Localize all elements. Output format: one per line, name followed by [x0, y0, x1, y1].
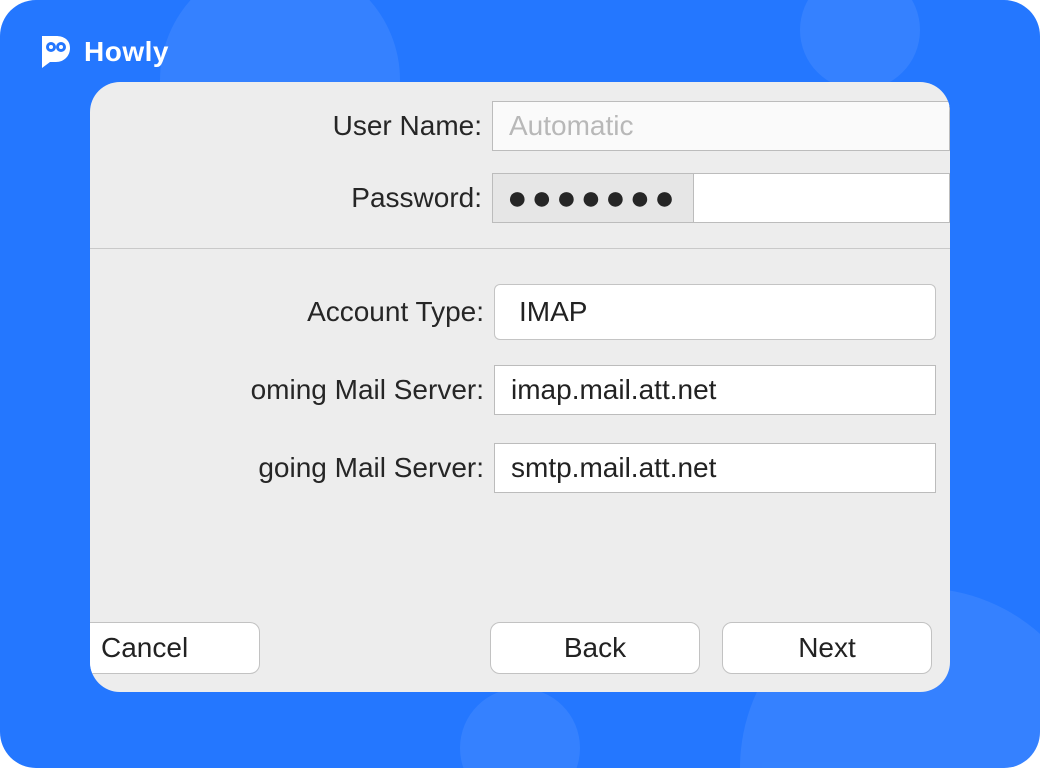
- cancel-button-label: Cancel: [101, 632, 188, 664]
- account-type-label: Account Type:: [90, 296, 494, 328]
- outgoing-server-input[interactable]: smtp.mail.att.net: [494, 443, 936, 493]
- outgoing-server-value: smtp.mail.att.net: [511, 452, 716, 484]
- card-container: Howly User Name: Automatic Password: ●●●…: [0, 0, 1040, 768]
- bg-bubble: [460, 688, 580, 768]
- outgoing-server-row: going Mail Server: smtp.mail.att.net: [90, 429, 950, 507]
- incoming-server-value: imap.mail.att.net: [511, 374, 716, 406]
- incoming-server-label: oming Mail Server:: [90, 374, 494, 406]
- username-input[interactable]: Automatic: [492, 101, 950, 151]
- bg-bubble: [800, 0, 920, 90]
- username-label: User Name:: [90, 110, 492, 142]
- cancel-button[interactable]: Cancel: [90, 622, 260, 674]
- account-type-select[interactable]: IMAP: [494, 284, 936, 340]
- next-button[interactable]: Next: [722, 622, 932, 674]
- username-placeholder-text: Automatic: [509, 110, 634, 142]
- brand-logo: Howly: [38, 34, 169, 70]
- password-mask: ●●●●●●●: [493, 174, 694, 222]
- username-row: User Name: Automatic: [90, 90, 950, 162]
- back-button[interactable]: Back: [490, 622, 700, 674]
- incoming-server-row: oming Mail Server: imap.mail.att.net: [90, 351, 950, 429]
- password-row: Password: ●●●●●●●: [90, 162, 950, 234]
- outgoing-server-label: going Mail Server:: [90, 452, 494, 484]
- section-divider: [90, 248, 950, 249]
- account-type-row: Account Type: IMAP: [90, 273, 950, 351]
- back-button-label: Back: [564, 632, 626, 664]
- server-section: Account Type: IMAP oming Mail Server: im…: [90, 273, 950, 507]
- account-type-value: IMAP: [519, 296, 587, 328]
- password-label: Password:: [90, 182, 492, 214]
- mail-setup-panel: User Name: Automatic Password: ●●●●●●● A…: [90, 82, 950, 692]
- password-input[interactable]: ●●●●●●●: [492, 173, 950, 223]
- incoming-server-input[interactable]: imap.mail.att.net: [494, 365, 936, 415]
- dialog-buttons: Cancel Back Next: [90, 622, 950, 674]
- brand-name: Howly: [84, 36, 169, 68]
- owl-icon: [38, 34, 74, 70]
- next-button-label: Next: [798, 632, 856, 664]
